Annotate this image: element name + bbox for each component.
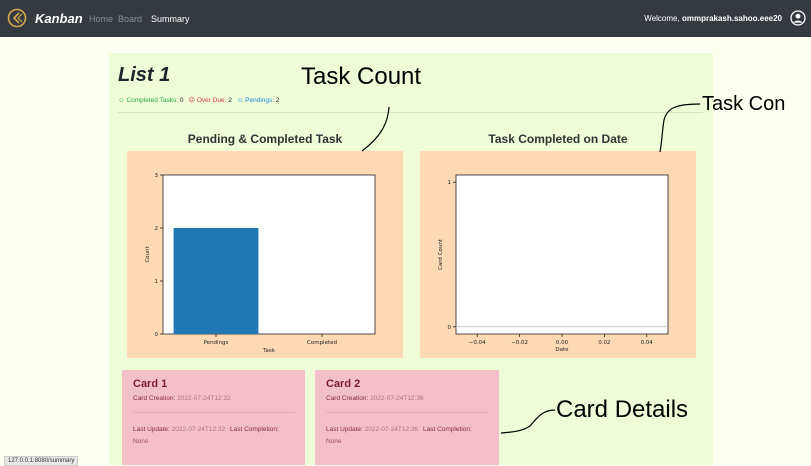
annotation-task-completed: Task Con [702, 93, 786, 115]
annotation-card-details: Card Details [556, 396, 689, 423]
annotation-task-count: Task Count [301, 63, 422, 90]
